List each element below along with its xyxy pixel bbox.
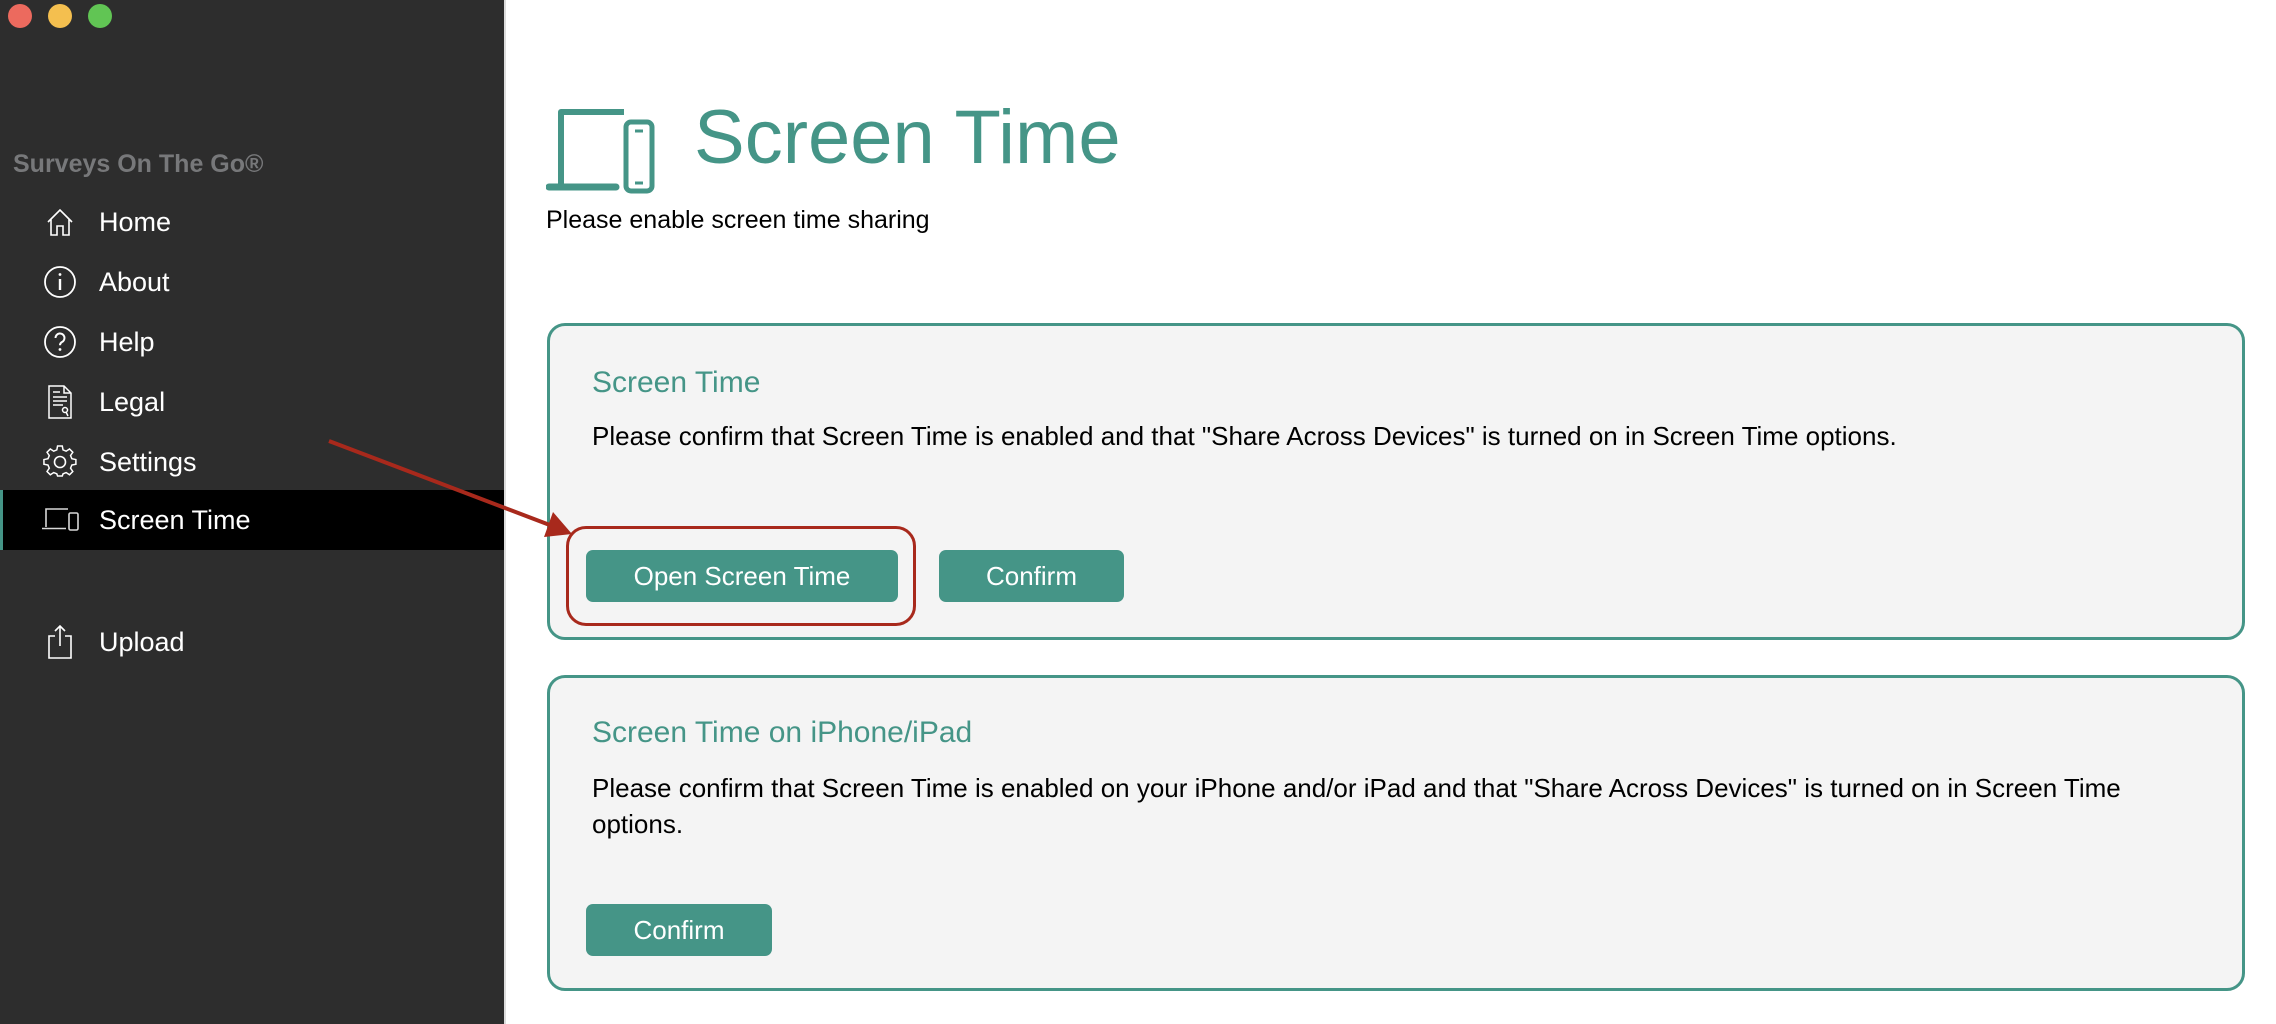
laptop-phone-icon — [40, 505, 80, 535]
card-description: Please confirm that Screen Time is enabl… — [592, 421, 1897, 451]
share-upload-icon — [40, 624, 80, 659]
screen-time-card: Screen Time Please confirm that Screen T… — [547, 323, 2245, 640]
window-zoom-button[interactable] — [88, 4, 112, 28]
help-icon — [40, 326, 80, 358]
confirm-button[interactable]: Confirm — [939, 550, 1124, 602]
sidebar: Surveys On The Go® Home About Help Legal… — [0, 0, 504, 1024]
confirm-iphone-ipad-button[interactable]: Confirm — [586, 904, 772, 956]
home-icon — [40, 207, 80, 237]
sidebar-item-label: Screen Time — [99, 505, 251, 535]
card-title: Screen Time — [592, 366, 761, 399]
sidebar-item-label: About — [99, 267, 170, 297]
legal-document-icon — [40, 385, 80, 419]
sidebar-item-legal[interactable]: Legal — [0, 372, 504, 432]
sidebar-item-label: Home — [99, 207, 172, 237]
page-subtitle: Please enable screen time sharing — [546, 206, 930, 234]
laptop-phone-icon — [545, 106, 656, 196]
sidebar-item-label: Upload — [99, 627, 185, 657]
sidebar-item-help[interactable]: Help — [0, 312, 504, 372]
main-content: Screen Time Please enable screen time sh… — [506, 0, 2276, 1024]
sidebar-item-label: Help — [99, 327, 155, 357]
window-minimize-button[interactable] — [48, 4, 72, 28]
open-screen-time-button[interactable]: Open Screen Time — [586, 550, 898, 602]
sidebar-item-home[interactable]: Home — [0, 192, 504, 252]
sidebar-item-settings[interactable]: Settings — [0, 432, 504, 492]
card-description: Please confirm that Screen Time is enabl… — [592, 773, 2121, 839]
iphone-ipad-screen-time-card: Screen Time on iPhone/iPad Please confir… — [547, 675, 2245, 991]
sidebar-item-label: Legal — [99, 387, 166, 417]
app-brand: Surveys On The Go® — [13, 150, 264, 178]
card-title: Screen Time on iPhone/iPad — [592, 716, 973, 749]
window-close-button[interactable] — [8, 4, 32, 28]
sidebar-item-screen-time[interactable]: Screen Time — [0, 490, 504, 550]
gear-icon — [40, 445, 80, 477]
page-title: Screen Time — [694, 95, 1121, 180]
info-icon — [40, 266, 80, 298]
sidebar-item-about[interactable]: About — [0, 252, 504, 312]
sidebar-item-upload[interactable]: Upload — [0, 612, 504, 672]
sidebar-item-label: Settings — [99, 447, 197, 477]
